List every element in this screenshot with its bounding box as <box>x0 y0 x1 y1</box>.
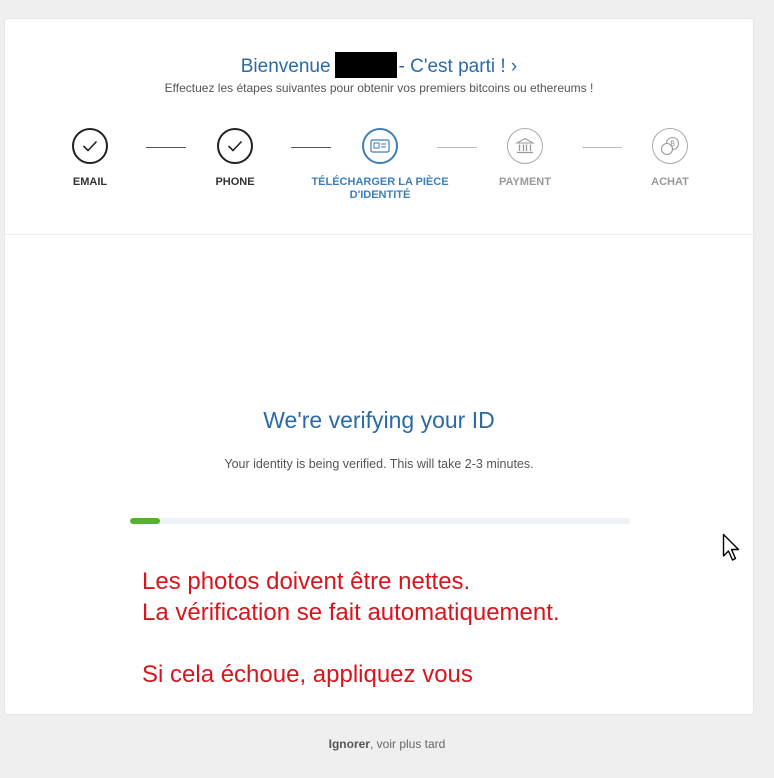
verification-progress-bar <box>130 518 630 524</box>
ignore-link[interactable]: Ignorer <box>329 737 370 751</box>
step-label: TÉLÉCHARGER LA PIÈCE D'IDENTITÉ <box>311 176 449 201</box>
coins-icon: ₿ <box>652 128 688 164</box>
mouse-cursor-icon <box>722 533 740 561</box>
verify-title: We're verifying your ID <box>263 407 495 433</box>
step-label: PAYMENT <box>499 176 551 188</box>
step-phone: PHONE <box>155 128 315 189</box>
step-payment: PAYMENT <box>445 128 605 189</box>
verify-subtitle: Your identity is being verified. This wi… <box>224 457 534 471</box>
step-buy: ₿ ACHAT <box>590 128 750 189</box>
step-email: EMAIL <box>10 128 170 189</box>
redacted-username <box>334 52 397 78</box>
progress-fill <box>130 518 160 524</box>
step-label: ACHAT <box>651 176 689 188</box>
check-icon <box>217 128 253 164</box>
id-card-icon <box>362 128 398 164</box>
red-annotation: Les photos doivent être nettes. La vérif… <box>142 566 560 690</box>
step-label: PHONE <box>215 176 255 188</box>
svg-text:₿: ₿ <box>670 140 675 148</box>
welcome-prefix: Bienvenue <box>240 56 331 77</box>
onboarding-header: Bienvenue - C'est parti ! › Effectuez les… <box>5 19 753 235</box>
welcome-heading: Bienvenue - C'est parti ! › <box>5 52 753 78</box>
annotation-line: Les photos doivent être nettes. <box>142 568 471 595</box>
step-id-upload: TÉLÉCHARGER LA PIÈCE D'IDENTITÉ <box>300 128 460 202</box>
welcome-subtitle: Effectuez les étapes suivantes pour obte… <box>164 81 594 95</box>
annotation-line: La vérification se fait automatiquement. <box>142 599 560 626</box>
check-icon <box>72 128 108 164</box>
onboarding-card: Bienvenue - C'est parti ! › Effectuez les… <box>4 18 754 715</box>
later-text: , voir plus tard <box>369 737 446 751</box>
annotation-line: Si cela échoue, appliquez vous <box>142 661 473 688</box>
bank-icon <box>507 128 543 164</box>
welcome-start-link[interactable]: - C'est parti ! › <box>399 56 518 77</box>
step-label: EMAIL <box>72 176 108 188</box>
footer: Ignorer, voir plus tard <box>0 737 774 751</box>
